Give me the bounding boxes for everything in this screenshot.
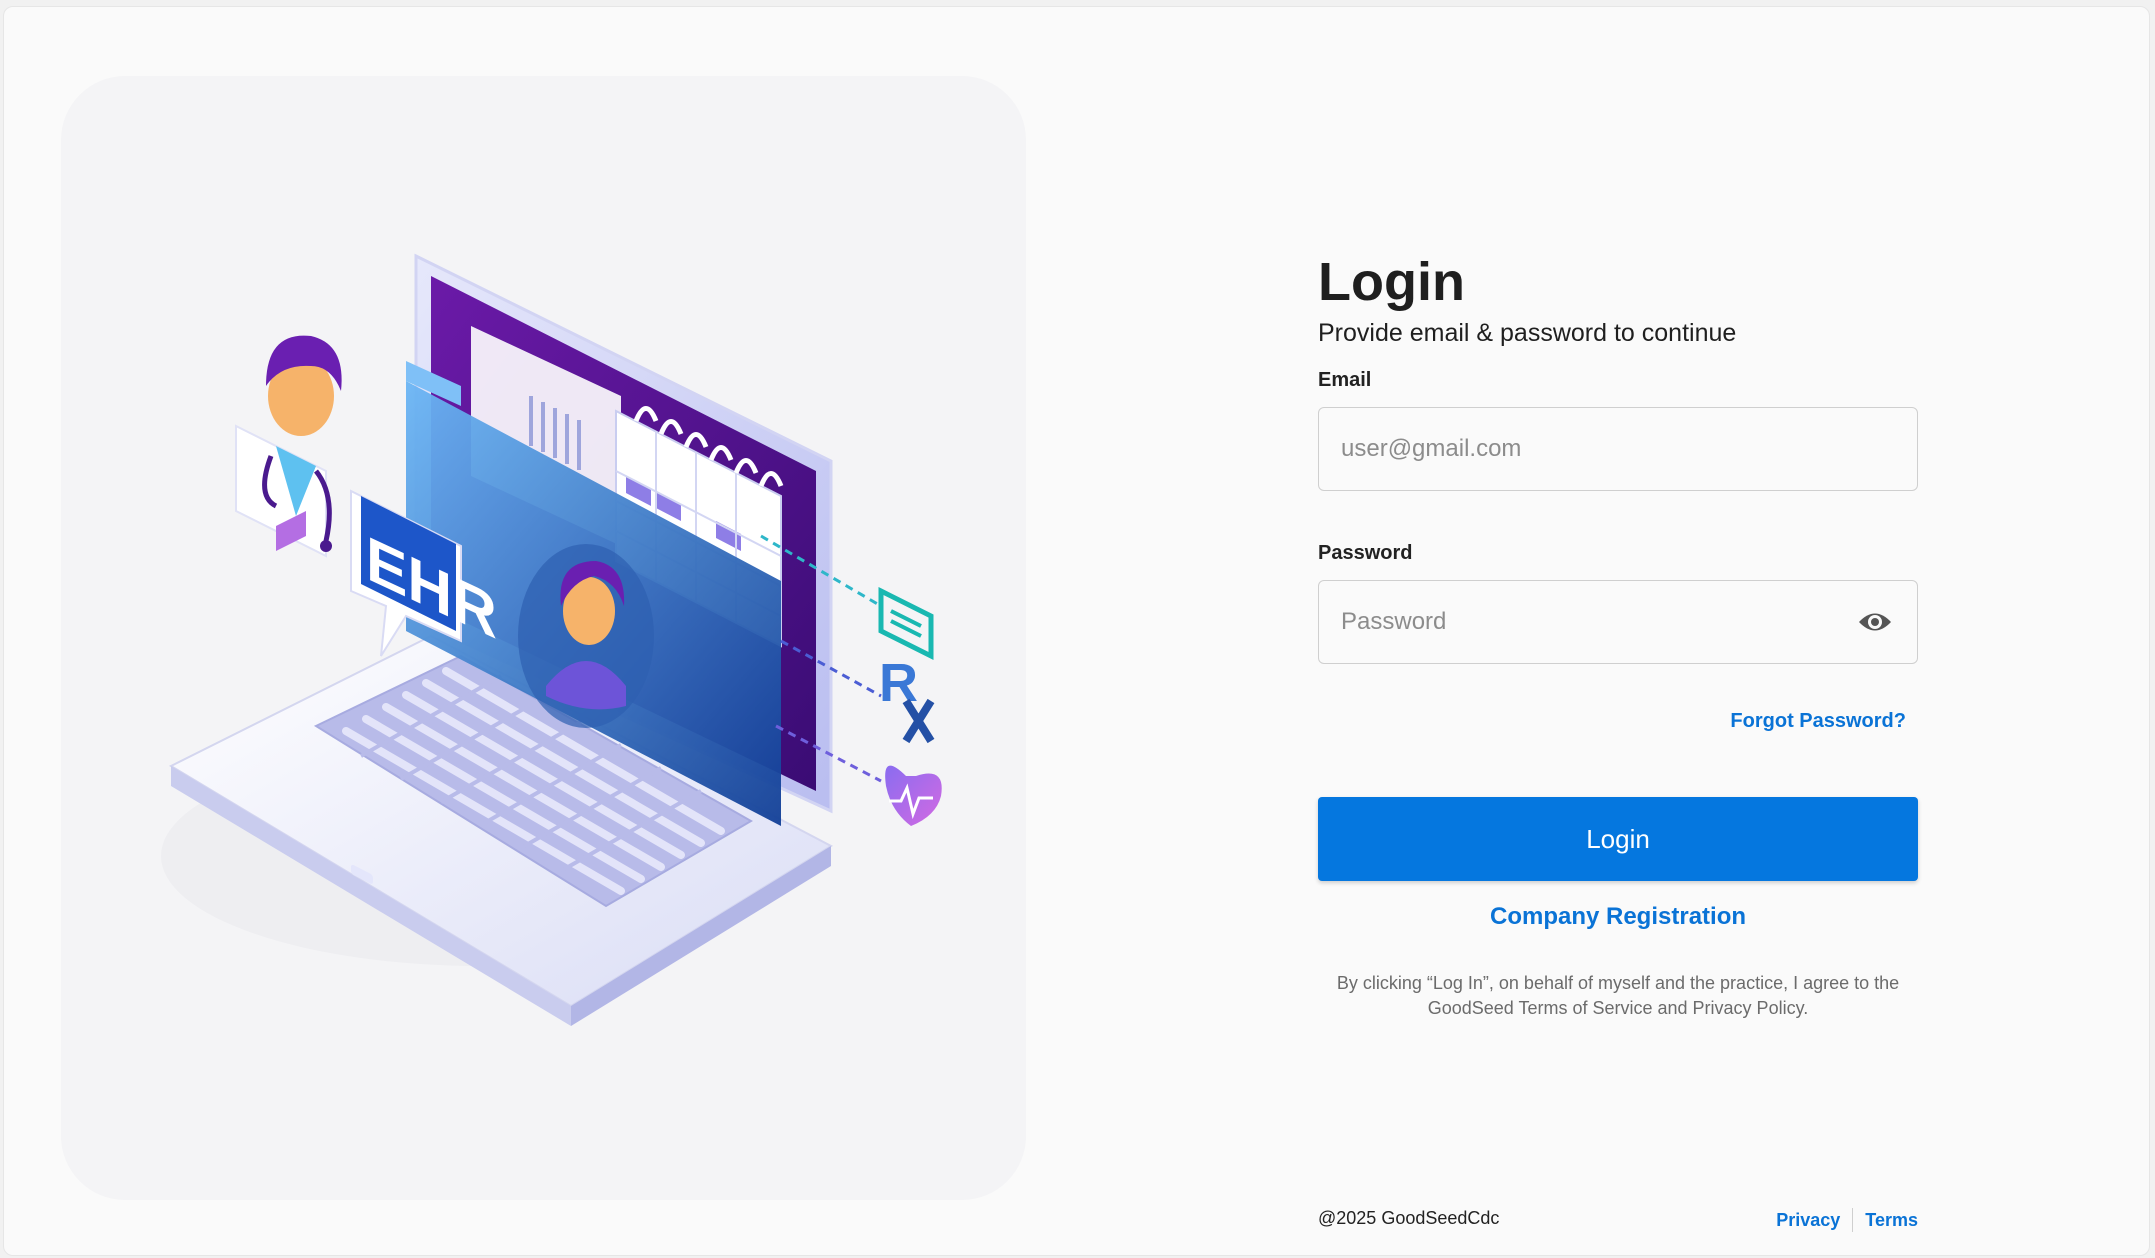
login-button[interactable]: Login [1318, 797, 1918, 881]
page-title: Login [1318, 252, 1465, 312]
login-page: EHR R Login Provide email & password to … [3, 6, 2150, 1256]
calendar-icon [878, 586, 934, 661]
eye-icon[interactable] [1857, 607, 1893, 637]
copyright-text: @2025 GoodSeedCdc [1318, 1208, 1500, 1228]
privacy-link[interactable]: Privacy [1776, 1210, 1840, 1231]
heart-icon [885, 765, 942, 826]
footer-links: Privacy Terms [1776, 1208, 1918, 1232]
ehr-illustration: EHR R [161, 253, 942, 1026]
password-field[interactable] [1339, 581, 1863, 663]
email-field-container [1318, 407, 1918, 491]
rx-icon: R [879, 653, 935, 744]
page-subtitle: Provide email & password to continue [1318, 319, 1737, 347]
password-label: Password [1318, 542, 1413, 564]
login-form-panel: Login Provide email & password to contin… [1318, 7, 1918, 1257]
hero-illustration-panel: EHR R [61, 76, 1026, 1200]
company-registration-link[interactable]: Company Registration [1318, 903, 1918, 931]
email-label: Email [1318, 369, 1372, 391]
terms-link[interactable]: Terms [1865, 1210, 1918, 1231]
password-field-container [1318, 580, 1918, 664]
forgot-password-link[interactable]: Forgot Password? [1730, 710, 1906, 733]
terms-notice: By clicking “Log In”, on behalf of mysel… [1336, 973, 1900, 1018]
footer-divider [1852, 1208, 1854, 1232]
email-field[interactable] [1339, 408, 1863, 490]
